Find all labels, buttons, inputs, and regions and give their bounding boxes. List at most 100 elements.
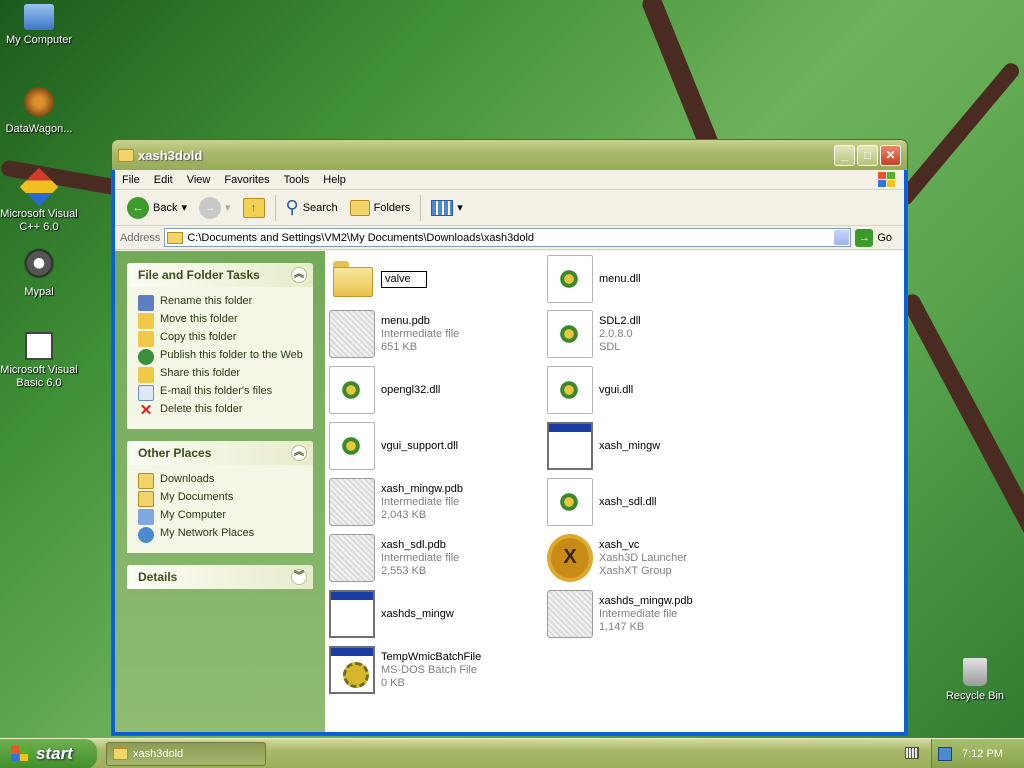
datawagon-shortcut-icon [22, 85, 56, 119]
panel-header[interactable]: Other Places ︽ [127, 441, 313, 465]
minimize-button[interactable]: _ [834, 144, 855, 166]
desktop-icon-mypal[interactable]: Mypal [0, 248, 78, 299]
place-label: My Computer [160, 509, 227, 521]
file-item[interactable]: xashds_mingw [329, 588, 539, 640]
file-item[interactable]: menu.dll [547, 253, 757, 305]
desktop-icon-my-computer[interactable]: My Computer [0, 4, 78, 47]
file-item[interactable]: TempWmicBatchFile MS-DOS Batch File 0 KB [329, 644, 539, 696]
file-item[interactable]: vgui_support.dll [329, 420, 539, 472]
folder-icon [118, 148, 134, 162]
panel-title: Details [138, 570, 178, 584]
details-panel: Details ︾ [127, 565, 313, 589]
up-folder-button[interactable]: ↑ [237, 193, 271, 223]
other-places-panel: Other Places ︽ Downloads My Documents My… [127, 441, 313, 553]
task-delete-folder[interactable]: ✕ Delete this folder [138, 403, 303, 419]
address-dropdown-button[interactable] [834, 230, 850, 245]
task-copy-folder[interactable]: Copy this folder [138, 331, 303, 347]
application-window-icon [547, 422, 593, 470]
clock[interactable]: 7:12 PM [962, 748, 1003, 760]
menu-file[interactable]: File [115, 174, 147, 186]
task-move-folder[interactable]: Move this folder [138, 313, 303, 329]
window-titlebar[interactable]: xash3dold _ □ ✕ [112, 140, 907, 170]
search-button[interactable]: ⚲ Search [280, 193, 344, 223]
expand-chevron-icon[interactable]: ︾ [291, 569, 307, 585]
chevron-down-icon: ▾ [225, 202, 231, 214]
taskbar-window-button[interactable]: xash3dold [106, 742, 266, 766]
menu-edit[interactable]: Edit [147, 174, 180, 186]
network-places-icon [138, 527, 154, 543]
dll-file-icon [547, 366, 593, 414]
task-label: Share this folder [160, 367, 241, 379]
close-button[interactable]: ✕ [880, 144, 901, 166]
task-pane: File and Folder Tasks ︽ Rename this fold… [115, 251, 325, 732]
dll-file-icon [547, 478, 593, 526]
start-label: start [36, 744, 73, 763]
my-documents-icon [138, 491, 154, 507]
collapse-chevron-icon[interactable]: ︽ [291, 445, 307, 461]
go-button[interactable]: → Go [855, 228, 892, 247]
dll-file-icon [547, 255, 593, 303]
file-item[interactable]: vgui.dll [547, 364, 757, 416]
address-field[interactable]: C:\Documents and Settings\VM2\My Documen… [164, 228, 852, 247]
start-button[interactable]: start [0, 739, 97, 768]
menu-help[interactable]: Help [316, 174, 353, 186]
panel-header[interactable]: File and Folder Tasks ︽ [127, 263, 313, 287]
task-label: Move this folder [160, 313, 238, 325]
task-publish-folder[interactable]: Publish this folder to the Web [138, 349, 303, 365]
menu-view[interactable]: View [180, 174, 218, 186]
file-item[interactable]: xashds_mingw.pdb Intermediate file 1,147 K… [547, 588, 757, 640]
place-my-documents[interactable]: My Documents [138, 491, 303, 507]
back-label: Back [153, 201, 178, 214]
file-item[interactable]: opengl32.dll [329, 364, 539, 416]
task-label: Copy this folder [160, 331, 237, 343]
file-description: Xash3D Launcher [599, 551, 688, 564]
place-my-computer[interactable]: My Computer [138, 509, 303, 525]
desktop-icon-visual-cpp[interactable]: Microsoft Visual C++ 6.0 [0, 167, 78, 234]
file-item[interactable]: xash_mingw.pdb Intermediate file 2,043 KB [329, 476, 539, 528]
file-item[interactable]: SDL2.dll 2.0.8.0 SDL [547, 308, 757, 360]
file-item-folder[interactable]: valve [329, 253, 539, 305]
file-item[interactable]: X xash_vc Xash3D Launcher XashXT Group [547, 532, 757, 584]
copy-icon [138, 331, 154, 347]
task-rename-folder[interactable]: Rename this folder [138, 295, 303, 311]
folder-icon [167, 231, 184, 244]
collapse-chevron-icon[interactable]: ︽ [291, 267, 307, 283]
rename-input[interactable]: valve [381, 270, 427, 288]
task-email-files[interactable]: E-mail this folder's files [138, 385, 303, 401]
panel-header[interactable]: Details ︾ [127, 565, 313, 589]
views-button[interactable]: ▾ [425, 193, 469, 223]
file-item[interactable]: menu.pdb Intermediate file 651 KB [329, 308, 539, 360]
file-size: 2,043 KB [381, 508, 427, 521]
desktop-icon-visual-basic[interactable]: Microsoft Visual Basic 6.0 [0, 332, 78, 390]
chevron-down-icon: ▾ [181, 202, 187, 214]
forward-button[interactable]: → ▾ [193, 193, 237, 223]
desktop-icon-label: My Computer [5, 34, 73, 46]
file-item[interactable]: xash_sdl.pdb Intermediate file 2,553 KB [329, 532, 539, 584]
file-item[interactable]: xash_mingw [547, 420, 757, 472]
maximize-button[interactable]: □ [857, 144, 878, 166]
place-network-places[interactable]: My Network Places [138, 527, 303, 543]
keyboard-icon[interactable] [905, 747, 919, 759]
file-name: xash_sdl.dll [599, 495, 657, 508]
file-item[interactable]: xash_sdl.dll [547, 476, 757, 528]
menu-favorites[interactable]: Favorites [217, 174, 276, 186]
network-tray-icon[interactable] [938, 747, 952, 761]
place-downloads[interactable]: Downloads [138, 473, 303, 489]
views-icon [431, 199, 454, 216]
file-name: xashds_mingw [381, 607, 454, 620]
pdb-file-icon [547, 590, 593, 638]
share-icon [138, 367, 154, 383]
desktop-icon-datawagon[interactable]: DataWagon... [0, 85, 78, 136]
task-share-folder[interactable]: Share this folder [138, 367, 303, 383]
back-button[interactable]: ← Back ▾ [121, 193, 193, 223]
desktop-icon-recycle-bin[interactable]: Recycle Bin [936, 658, 1014, 703]
place-label: My Network Places [160, 527, 255, 539]
file-type: Intermediate file [381, 551, 460, 564]
system-tray: 7:12 PM [931, 739, 1024, 768]
taskbar-window-label: xash3dold [133, 748, 184, 760]
file-type: Intermediate file [599, 607, 678, 620]
folder-icon [329, 255, 375, 303]
folders-button[interactable]: Folders [344, 193, 417, 223]
menu-tools[interactable]: Tools [277, 174, 317, 186]
folders-icon [349, 199, 370, 216]
